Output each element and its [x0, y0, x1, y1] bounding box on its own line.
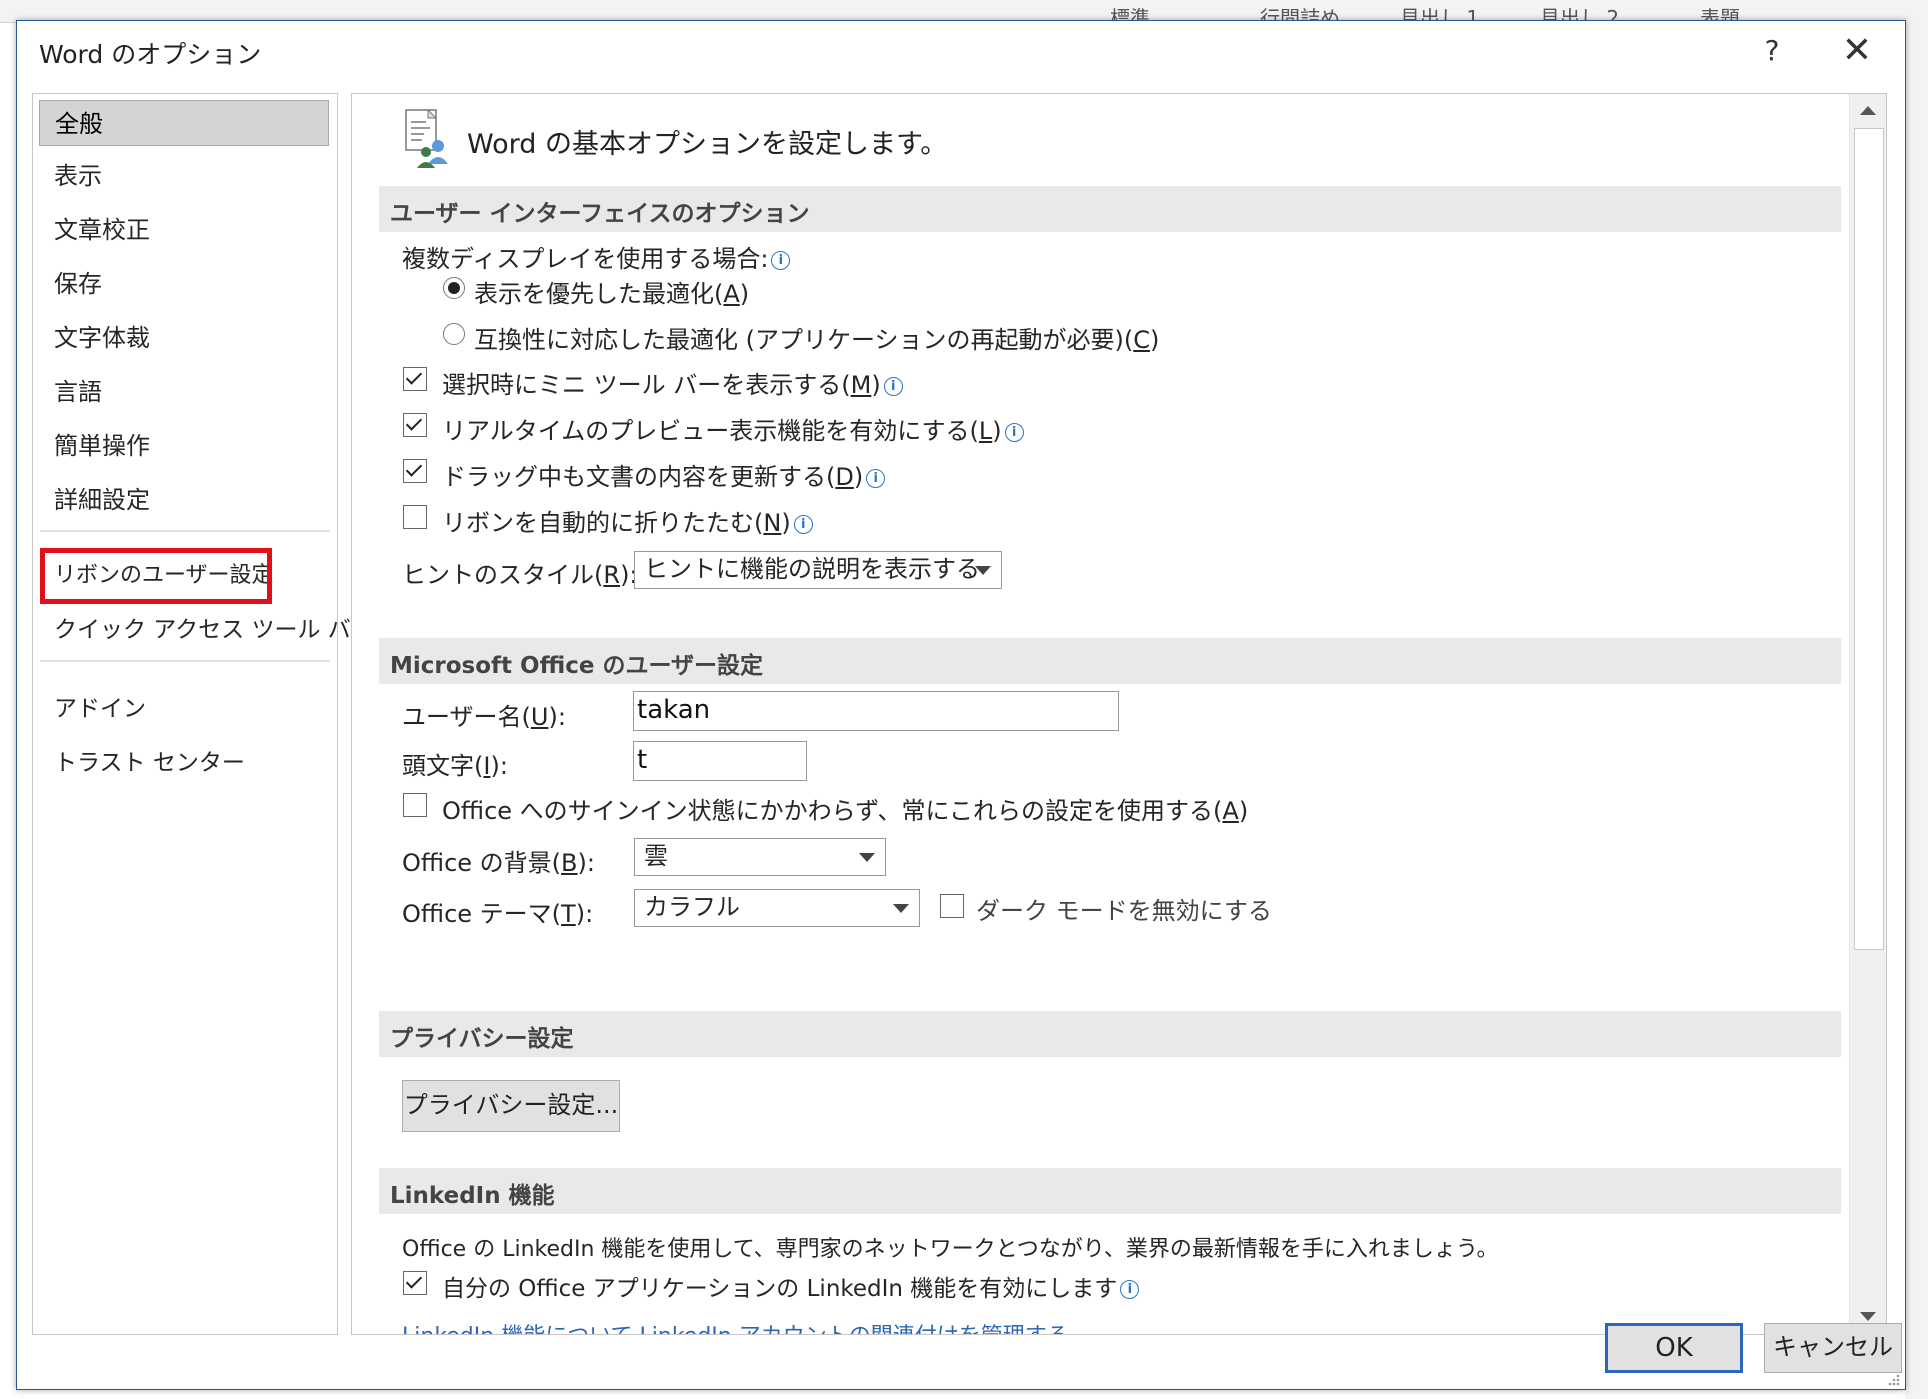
chevron-down-icon [893, 904, 909, 913]
section-office-settings: Microsoft Office のユーザー設定 [379, 638, 1841, 684]
multi-display-label: 複数ディスプレイを使用する場合: i [402, 239, 791, 274]
options-dialog: Word のオプション ? ✕ 全般 表示 文章校正 保存 文字体裁 言語 簡単… [16, 20, 1906, 1390]
username-label: ユーザー名(U): [402, 703, 566, 731]
sidebar-item-quick-access-toolbar[interactable]: クイック アクセス ツール バー [39, 607, 374, 653]
section-title: ユーザー インターフェイスのオプション [390, 201, 810, 227]
checkbox-collapse-ribbon-label[interactable]: リボンを自動的に折りたたむ(N) i [442, 503, 813, 538]
radio-optimize-compat-label[interactable]: 互換性に対応した最適化 (アプリケーションの再起動が必要)(C) [474, 320, 1159, 355]
checkbox-drag-update-label[interactable]: ドラッグ中も文書の内容を更新する(D) i [442, 457, 886, 492]
office-theme-value: カラフル [644, 893, 740, 921]
office-background-value: 雲 [644, 842, 668, 870]
checkbox-live-preview-label[interactable]: リアルタイムのプレビュー表示機能を有効にする(L) i [442, 411, 1024, 446]
scroll-up-arrow-icon[interactable] [1850, 94, 1886, 128]
sidebar-divider [40, 530, 330, 532]
sidebar-item-trust-center[interactable]: トラスト センター [39, 740, 329, 786]
checkbox-live-preview[interactable] [403, 413, 427, 437]
scroll-thumb[interactable] [1854, 128, 1884, 950]
content-scrollbar[interactable] [1849, 94, 1886, 1334]
info-icon: i [883, 377, 903, 396]
info-icon: i [1004, 423, 1024, 442]
sidebar-item-advanced[interactable]: 詳細設定 [39, 477, 329, 523]
section-ui-options: ユーザー インターフェイスのオプション [379, 186, 1841, 232]
checkbox-collapse-ribbon[interactable] [403, 505, 427, 529]
linkedin-description: Office の LinkedIn 機能を使用して、専門家のネットワークとつなが… [402, 1237, 1499, 1262]
sidebar-divider [40, 660, 330, 662]
close-button[interactable]: ✕ [1835, 31, 1879, 71]
sidebar-item-general[interactable]: 全般 [39, 100, 329, 146]
info-icon: i [1120, 1280, 1140, 1299]
ribbon-highlight-box [40, 548, 272, 604]
checkbox-enable-linkedin-label[interactable]: 自分の Office アプリケーションの LinkedIn 機能を有効にします i [442, 1269, 1140, 1303]
help-button[interactable]: ? [1752, 31, 1792, 71]
sidebar-item-proofing[interactable]: 文章校正 [39, 207, 329, 253]
linkedin-link[interactable]: LinkedIn 機能について LinkedIn アカウントの関連付けを管理する [402, 1318, 1069, 1334]
dialog-title: Word のオプション [39, 40, 262, 69]
checkbox-mini-toolbar[interactable] [403, 367, 427, 391]
hint-style-value: ヒントに機能の説明を表示する [644, 555, 980, 583]
section-privacy: プライバシー設定 [379, 1011, 1841, 1057]
office-theme-select[interactable]: カラフル [634, 889, 920, 927]
sidebar-item-typography[interactable]: 文字体裁 [39, 315, 329, 361]
ok-button[interactable]: OK [1605, 1323, 1743, 1373]
section-title: Microsoft Office のユーザー設定 [390, 653, 764, 679]
checkbox-drag-update[interactable] [403, 459, 427, 483]
radio-optimize-compat[interactable] [443, 323, 465, 345]
options-sidebar: 全般 表示 文章校正 保存 文字体裁 言語 簡単操作 詳細設定 リボンのユーザー… [32, 93, 374, 1335]
initials-label: 頭文字(I): [402, 752, 508, 780]
section-title: プライバシー設定 [390, 1026, 574, 1052]
checkbox-always-use-settings-label[interactable]: Office へのサインイン状態にかかわらず、常にこれらの設定を使用する(A) [442, 791, 1248, 826]
cancel-button[interactable]: キャンセル [1764, 1323, 1902, 1373]
checkbox-enable-linkedin[interactable] [403, 1271, 427, 1295]
sidebar-item-display[interactable]: 表示 [39, 153, 329, 199]
username-input[interactable]: takan [633, 691, 1119, 731]
chevron-down-icon [859, 853, 875, 862]
privacy-settings-button[interactable]: プライバシー設定... [402, 1080, 620, 1132]
resize-grip-icon[interactable] [1885, 1371, 1901, 1387]
radio-optimize-display[interactable] [443, 277, 465, 299]
chevron-down-icon [975, 566, 991, 575]
checkbox-disable-dark-mode[interactable] [940, 894, 964, 918]
section-title: LinkedIn 機能 [390, 1183, 555, 1209]
sidebar-item-save[interactable]: 保存 [39, 261, 329, 307]
sidebar-item-accessibility[interactable]: 簡単操作 [39, 423, 329, 469]
office-theme-label: Office テーマ(T): [402, 900, 594, 928]
section-linkedin: LinkedIn 機能 [379, 1168, 1841, 1214]
radio-optimize-display-label[interactable]: 表示を優先した最適化(A) [474, 274, 749, 309]
info-icon: i [771, 251, 791, 270]
sidebar-item-addins[interactable]: アドイン [39, 686, 329, 732]
hint-style-select[interactable]: ヒントに機能の説明を表示する [634, 551, 1002, 589]
checkbox-always-use-settings[interactable] [403, 793, 427, 817]
checkbox-disable-dark-mode-label[interactable]: ダーク モードを無効にする [976, 891, 1272, 926]
info-icon: i [793, 515, 813, 534]
sidebar-item-language[interactable]: 言語 [39, 369, 329, 415]
office-background-label: Office の背景(B): [402, 849, 595, 877]
options-content: Word の基本オプションを設定します。 ユーザー インターフェイスのオプション… [351, 93, 1887, 1335]
background-window-edge [1905, 22, 1928, 1399]
hint-style-label: ヒントのスタイル(R): [402, 561, 638, 589]
initials-input[interactable]: t [633, 741, 807, 781]
checkbox-mini-toolbar-label[interactable]: 選択時にミニ ツール バーを表示する(M) i [442, 365, 903, 400]
general-options-icon [405, 108, 448, 168]
office-background-select[interactable]: 雲 [634, 838, 886, 876]
content-header: Word の基本オプションを設定します。 [467, 129, 948, 160]
info-icon: i [866, 469, 886, 488]
